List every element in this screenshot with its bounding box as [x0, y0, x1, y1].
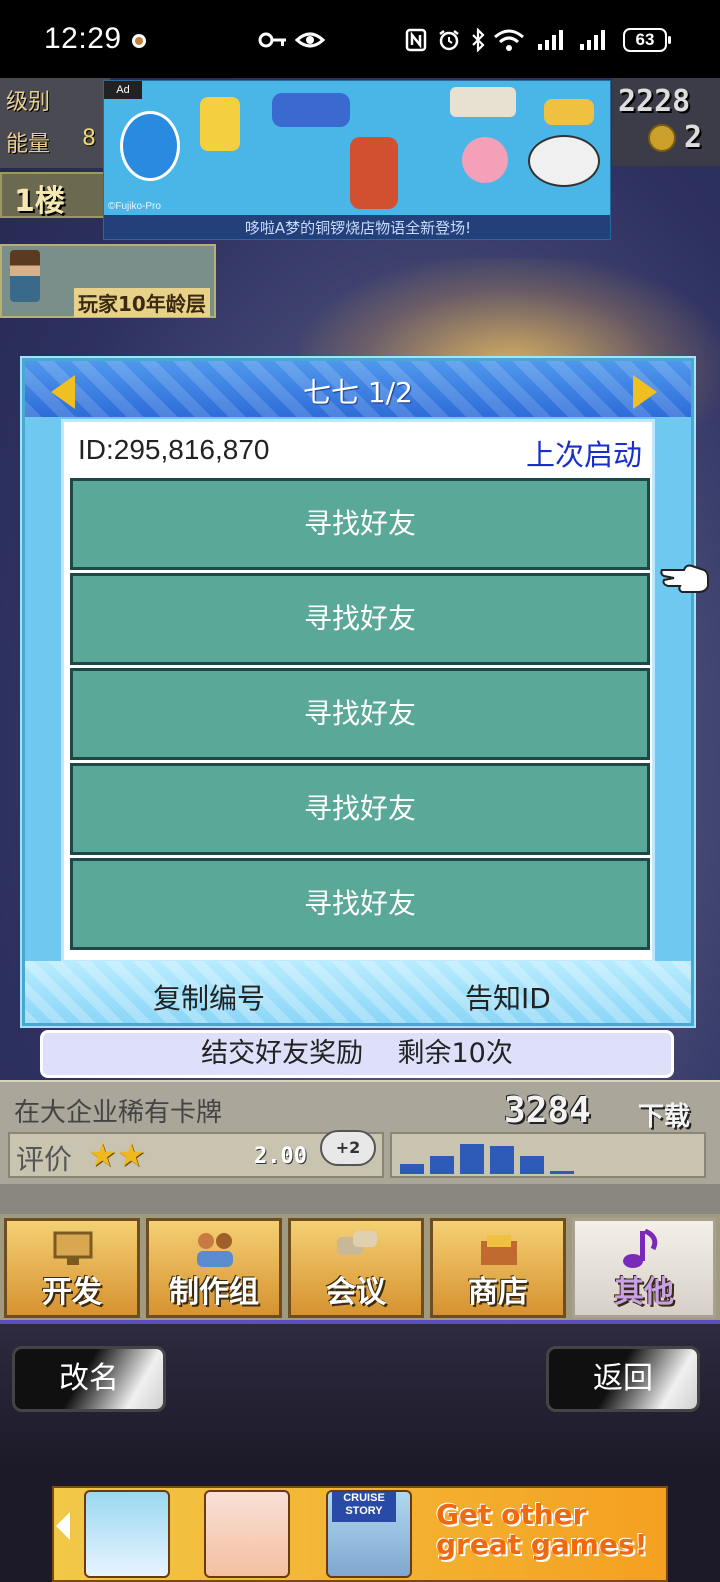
wifi-icon	[492, 24, 526, 56]
tab-other[interactable]: 其他	[572, 1218, 716, 1318]
bottom-divider	[0, 1320, 720, 1324]
character-sprite	[200, 97, 240, 151]
tab-develop[interactable]: 开发	[4, 1218, 140, 1318]
team-icon	[197, 1233, 233, 1267]
back-button[interactable]: 返回	[546, 1346, 700, 1412]
ufo-sprite	[528, 135, 600, 187]
friend-list-panel: ID:295,816,870 上次启动 寻找好友 寻找好友 寻找好友 寻找好友 …	[61, 419, 709, 963]
rating-label: 评价	[16, 1143, 73, 1176]
last-launch-label: 上次启动	[525, 438, 642, 472]
shop-icon	[481, 1235, 517, 1265]
tab-shop[interactable]: 商店	[430, 1218, 566, 1318]
cruise-story-label: CRUISE STORY	[332, 1492, 396, 1522]
status-bar: 12:29 63	[0, 0, 720, 78]
promo-game-thumbnail[interactable]	[84, 1490, 170, 1578]
dialog-footer	[25, 961, 691, 1023]
find-friend-slot[interactable]: 寻找好友	[70, 573, 650, 665]
status-time: 12:29	[44, 22, 122, 55]
find-friend-slot[interactable]: 寻找好友	[70, 668, 650, 760]
rating-score: 2.00	[254, 1144, 307, 1169]
sales-graph-bar	[460, 1144, 484, 1174]
news-ticker: 在大企业稀有卡牌	[14, 1098, 223, 1128]
bonus-bubble: +2	[320, 1130, 376, 1166]
coin-value: 2	[684, 120, 703, 155]
doraemon-sprite	[120, 111, 180, 181]
sales-graph-bar	[430, 1156, 454, 1174]
ad-tag: Ad	[104, 81, 142, 99]
download-unit: 下载	[638, 1102, 691, 1132]
rating-stars: ★★	[88, 1136, 146, 1174]
tab-label: 开发	[42, 1275, 102, 1310]
sales-graph-bar	[520, 1156, 544, 1174]
reward-remaining: 剩余10次	[397, 1038, 513, 1069]
sales-graph-bar	[400, 1164, 424, 1174]
key-icon	[256, 24, 290, 56]
player-id: ID:295,816,870	[78, 434, 270, 465]
money-value: 2228	[618, 84, 691, 119]
dialog-title: 七七 1/2	[303, 376, 413, 409]
rename-button[interactable]: 改名	[12, 1346, 166, 1412]
find-friend-slot[interactable]: 寻找好友	[70, 858, 650, 950]
plane-sprite	[450, 87, 516, 117]
battery-indicator: 63	[623, 28, 671, 52]
sales-graph-bar	[490, 1146, 514, 1174]
notification-icon	[128, 24, 150, 56]
floor-label: 1楼	[14, 184, 65, 219]
friend-reward-bar: 结交好友奖励 剩余10次	[40, 1030, 674, 1078]
tab-meeting[interactable]: 会议	[288, 1218, 424, 1318]
monitor-icon	[53, 1231, 93, 1265]
character-sprite	[272, 93, 350, 127]
character-sprite	[544, 99, 594, 125]
player-caption: 玩家10年龄层	[74, 288, 210, 317]
sales-graph	[390, 1132, 706, 1178]
nfc-icon	[404, 24, 428, 56]
tab-label: 其他	[614, 1275, 674, 1310]
signal-icon	[534, 24, 568, 56]
dialog-header: 七七 1/2	[25, 361, 691, 417]
tab-label: 会议	[326, 1275, 386, 1310]
hud-divider	[0, 1184, 720, 1216]
pointing-hand-icon	[660, 564, 709, 593]
music-note-icon	[623, 1229, 658, 1268]
player-sprite	[10, 250, 40, 302]
download-count: 3284	[504, 1090, 591, 1131]
find-friend-slot[interactable]: 寻找好友	[70, 763, 650, 855]
share-id-button[interactable]: 告知ID	[465, 977, 551, 1017]
friend-dialog: 七七 1/2 ID:295,816,870 上次启动 寻找好友 寻找好友 寻找好…	[22, 358, 709, 1026]
level-label: 级别	[6, 90, 51, 115]
character-sprite	[350, 137, 398, 209]
sales-graph-bar	[550, 1171, 574, 1174]
eye-icon	[294, 24, 326, 56]
ad-caption: 哆啦A梦的铜锣烧店物语全新登场!	[104, 215, 610, 239]
energy-value: 8	[82, 126, 96, 151]
copy-id-button[interactable]: 复制编号	[153, 977, 265, 1017]
promo-headline: Get other great games!	[436, 1498, 648, 1561]
chat-icon	[337, 1231, 377, 1255]
ad-banner[interactable]: Ad ©Fujiko-Pro 哆啦A梦的铜锣烧店物语全新登场!	[103, 80, 611, 240]
energy-label: 能量	[6, 132, 51, 157]
signal-icon	[576, 24, 610, 56]
balloon-sprite	[462, 137, 508, 183]
alarm-icon	[436, 24, 462, 56]
reward-label: 结交好友奖励	[201, 1038, 364, 1069]
ad-copyright: ©Fujiko-Pro	[108, 201, 161, 212]
tab-label: 制作组	[169, 1275, 259, 1310]
tab-label: 商店	[468, 1275, 528, 1310]
bluetooth-icon	[468, 24, 488, 56]
coin-icon	[648, 124, 676, 152]
next-page-arrow-icon[interactable]	[633, 375, 657, 409]
tab-team[interactable]: 制作组	[146, 1218, 282, 1318]
find-friend-slot[interactable]: 寻找好友	[70, 478, 650, 570]
promo-game-thumbnail[interactable]	[204, 1490, 290, 1578]
promo-prev-arrow-icon[interactable]	[56, 1512, 70, 1540]
